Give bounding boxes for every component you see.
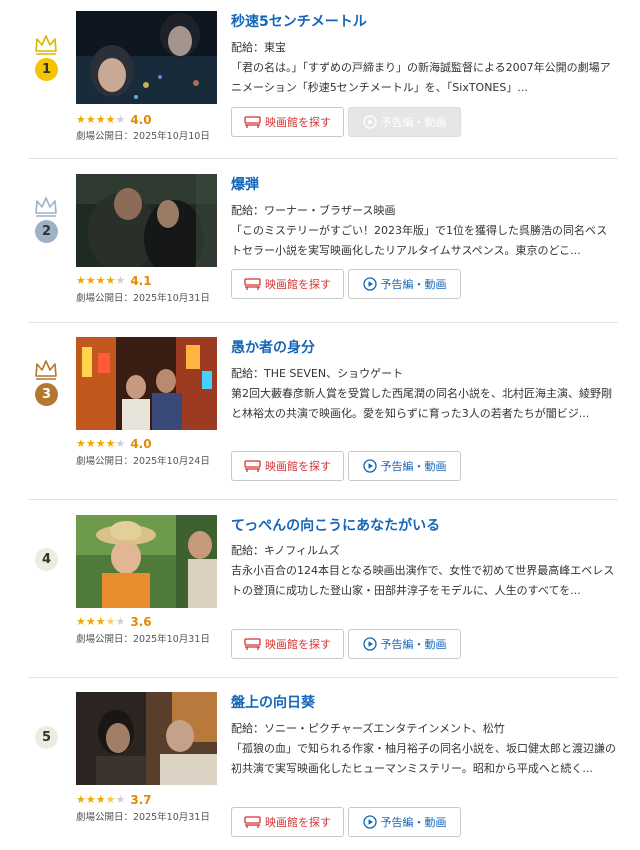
theater-seat-icon (244, 116, 261, 128)
release-date: 劇場公開日：2025年10月31日 (76, 812, 210, 823)
movie-poster-image[interactable] (76, 174, 217, 267)
theater-seat-icon (244, 460, 261, 472)
distributor: 配給：THE SEVEN、ショウゲート (231, 367, 404, 380)
theater-seat-icon (244, 278, 261, 290)
movie-title-link[interactable]: 爆弾 (231, 176, 259, 194)
find-theater-button[interactable]: 映画館を探す (231, 269, 344, 299)
movie-poster-image[interactable] (76, 11, 217, 104)
movie-title-link[interactable]: 秒速5センチメートル (231, 13, 367, 31)
trailer-button[interactable]: 予告編・動画 (348, 107, 461, 137)
synopsis: 「このミステリーがすごい！2023年版」で1位を獲得した呉勝浩の同名ベストセラー… (231, 224, 608, 257)
rating-score: 3.7 (130, 793, 152, 807)
trailer-label: 予告編・動画 (380, 116, 447, 129)
trailer-label: 予告編・動画 (380, 638, 447, 651)
find-theater-label: 映画館を探す (265, 816, 331, 829)
find-theater-label: 映画館を探す (265, 460, 331, 473)
star-rating: ★★★★★ 4.0 (76, 113, 152, 127)
trailer-label: 予告編・動画 (380, 816, 447, 829)
release-date: 劇場公開日：2025年10月31日 (76, 634, 210, 645)
movie-poster-image[interactable] (76, 692, 217, 785)
distributor: 配給：ワーナー・ブラザース映画 (231, 204, 396, 217)
synopsis: 「君の名は。」「すずめの戸締まり」の新海誠監督による2007年公開の劇場アニメー… (231, 61, 611, 94)
ranking-item-5: 5 ★★★★★ 3.7 劇場公開日：2025年10月31日 盤上の向日葵 配給：… (0, 678, 640, 850)
find-theater-label: 映画館を探す (265, 116, 331, 129)
synopsis: 吉永小百合の124本目となる映画出演作で、女性で初めて世界最高峰エベレストの登頂… (231, 564, 615, 597)
trailer-label: 予告編・動画 (380, 460, 447, 473)
distributor: 配給：キノフィルムズ (231, 544, 340, 557)
stars-display: ★★★★★ (76, 274, 126, 287)
trailer-button[interactable]: 予告編・動画 (348, 807, 461, 837)
rank-badge: 5 (35, 726, 58, 749)
find-theater-button[interactable]: 映画館を探す (231, 807, 344, 837)
rank-badge: 4 (35, 548, 58, 571)
ranking-item-4: 4 ★★★★★ 3.6 劇場公開日：2025年10月31日 てっぺんの向こうにあ… (0, 500, 640, 676)
movie-title-link[interactable]: 愚か者の身分 (231, 339, 315, 357)
rank-badge: 2 (35, 220, 58, 243)
crown-icon (35, 197, 57, 217)
movie-ranking-list: 1 ★★★★★ 4.0 劇場公開日：2025年10月10日 秒速5センチメートル… (0, 0, 640, 850)
distributor: 配給：東宝 (231, 41, 286, 54)
release-date: 劇場公開日：2025年10月31日 (76, 293, 210, 304)
movie-poster-image[interactable] (76, 515, 217, 608)
movie-poster-image[interactable] (76, 337, 217, 430)
play-circle-icon (362, 115, 377, 129)
rating-score: 4.1 (130, 274, 152, 288)
find-theater-button[interactable]: 映画館を探す (231, 629, 344, 659)
trailer-button[interactable]: 予告編・動画 (348, 269, 461, 299)
theater-seat-icon (244, 638, 261, 650)
star-rating: ★★★★★ 4.0 (76, 437, 152, 451)
rank-badge: 3 (35, 383, 58, 406)
ranking-item-1: 1 ★★★★★ 4.0 劇場公開日：2025年10月10日 秒速5センチメートル… (0, 0, 640, 158)
trailer-label: 予告編・動画 (380, 278, 447, 291)
stars-display: ★★★★★ (76, 437, 126, 450)
release-date: 劇場公開日：2025年10月10日 (76, 131, 210, 142)
play-circle-icon (362, 637, 377, 651)
star-rating: ★★★★★ 3.7 (76, 793, 152, 807)
stars-display: ★★★★★ (76, 793, 126, 806)
stars-display: ★★★★★ (76, 615, 126, 628)
crown-icon (35, 35, 57, 55)
ranking-item-3: 3 ★★★★★ 4.0 劇場公開日：2025年10月24日 愚か者の身分 配給：… (0, 323, 640, 499)
theater-seat-icon (244, 816, 261, 828)
rank-badge: 1 (35, 58, 58, 81)
find-theater-label: 映画館を探す (265, 278, 331, 291)
movie-title-link[interactable]: てっぺんの向こうにあなたがいる (231, 517, 440, 535)
trailer-button[interactable]: 予告編・動画 (348, 451, 461, 481)
crown-icon (35, 360, 57, 380)
play-circle-icon (362, 459, 377, 473)
star-rating: ★★★★★ 4.1 (76, 274, 152, 288)
movie-title-link[interactable]: 盤上の向日葵 (231, 694, 315, 712)
rating-score: 4.0 (130, 437, 152, 451)
find-theater-button[interactable]: 映画館を探す (231, 451, 344, 481)
release-date: 劇場公開日：2025年10月24日 (76, 456, 210, 467)
play-circle-icon (362, 815, 377, 829)
stars-display: ★★★★★ (76, 113, 126, 126)
distributor: 配給：ソニー・ピクチャーズエンタテインメント、松竹 (231, 722, 505, 735)
find-theater-label: 映画館を探す (265, 638, 331, 651)
ranking-item-2: 2 ★★★★★ 4.1 劇場公開日：2025年10月31日 爆弾 配給：ワーナー… (0, 159, 640, 322)
play-circle-icon (362, 277, 377, 291)
synopsis: 第2回大藪春彦新人賞を受賞した西尾潤の同名小説を、北村匠海主演、綾野剛と林裕太の… (231, 387, 612, 420)
rating-score: 4.0 (130, 113, 152, 127)
star-rating: ★★★★★ 3.6 (76, 615, 152, 629)
synopsis: 「孤狼の血」で知られる作家・柚月裕子の同名小説を、坂口健太郎と渡辺謙の初共演で実… (231, 742, 616, 775)
rating-score: 3.6 (130, 615, 152, 629)
trailer-button[interactable]: 予告編・動画 (348, 629, 461, 659)
find-theater-button[interactable]: 映画館を探す (231, 107, 344, 137)
